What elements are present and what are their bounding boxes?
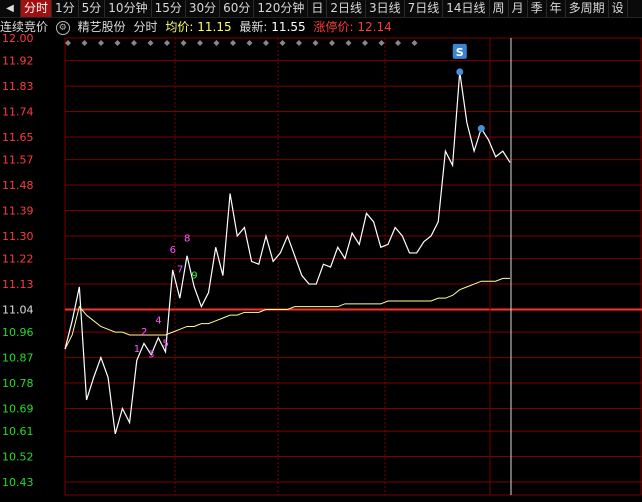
y-tick-label: 10.43 [2,476,34,489]
y-tick-label: 11.04 [2,303,34,316]
event-diamond [180,40,187,46]
event-diamond [411,40,418,46]
y-tick-label: 10.96 [2,326,34,339]
event-diamond [345,40,352,46]
signal-label: 6 [170,245,176,256]
event-diamond [395,40,401,46]
event-diamond [164,40,170,46]
y-tick-label: 10.61 [2,425,34,438]
event-diamond [263,40,269,46]
signal-label: 5 [162,338,168,349]
event-diamond [296,40,302,46]
event-diamond [312,40,319,46]
signal-label: 1 [134,344,140,355]
event-diamond [378,40,385,46]
y-tick-label: 11.57 [2,154,34,167]
y-tick-label: 10.52 [2,451,34,464]
intraday-chart[interactable]: 12.00 11.92 11.83 11.74 11.65 11.57 11.48 11.39… [0,0,642,502]
y-tick-label: 12.00 [2,32,34,45]
plot-frame [64,37,642,496]
event-diamond [213,40,220,46]
y-tick-label: 11.30 [2,230,34,243]
signal-label: 2 [141,327,147,338]
event-diamond [114,40,121,46]
event-diamond [246,40,253,46]
event-diamond [147,40,154,46]
y-tick-label: 10.87 [2,352,34,365]
event-diamond [98,40,104,46]
s-marker-label: S [456,46,464,59]
y-tick-label: 11.92 [2,55,34,68]
event-diamond [329,40,335,46]
event-diamond [131,40,137,46]
event-diamond [197,40,203,46]
price-line [64,71,511,435]
y-tick-label: 11.13 [2,278,34,291]
y-tick-label: 11.22 [2,253,34,266]
y-tick-label: 11.83 [2,80,34,93]
y-tick-label: 11.65 [2,131,34,144]
signal-label: 7 [177,265,183,276]
y-tick-label: 10.78 [2,377,34,390]
y-tick-label: 10.69 [2,402,34,415]
y-tick-label: 11.48 [2,179,34,192]
event-diamond [65,40,71,46]
signal-label: 4 [155,316,161,327]
event-diamond [81,40,88,46]
event-diamond [362,40,368,46]
y-tick-label: 11.39 [2,205,34,218]
signal-dot [477,124,485,132]
signal-label: 3 [148,350,154,361]
event-diamond [279,40,286,46]
y-tick-label: 11.74 [2,106,34,119]
signal-label: 8 [184,234,190,245]
avg-price-line [64,277,510,350]
signal-label: 9 [191,270,197,281]
event-diamond [230,40,236,46]
signal-dot [456,68,464,76]
